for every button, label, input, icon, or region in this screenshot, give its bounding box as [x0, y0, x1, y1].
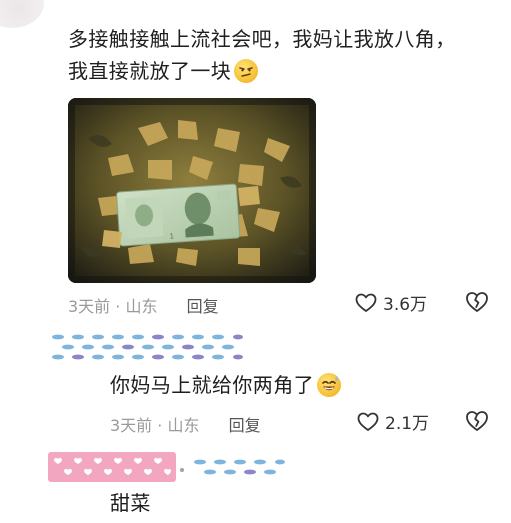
comment-location: 山东: [125, 297, 158, 316]
reply-text-content: 你妈马上就给你两角了: [110, 373, 314, 397]
reply-location: 山东: [167, 416, 200, 435]
comment-text: 多接触接触上流社会吧，我妈让我放八角， 我直接就放了一块: [68, 23, 498, 87]
reply-meta: 3天前 · 山东 回复: [110, 412, 261, 436]
broken-heart-icon: [466, 411, 488, 431]
comment-time: 3天前: [68, 297, 111, 316]
like-button[interactable]: 3.6万: [355, 290, 427, 315]
reply-button[interactable]: 回复: [187, 297, 219, 316]
avatar[interactable]: [0, 0, 44, 28]
smirk-face-emoji-icon: [234, 59, 259, 83]
username-censored-pattern: [48, 330, 246, 364]
dislike-button[interactable]: [465, 291, 489, 317]
grinning-sweat-face-emoji-icon: [317, 373, 341, 397]
reply-text-content: 甜菜: [110, 491, 151, 515]
reply-username[interactable]: [48, 330, 246, 364]
meta-separator: ·: [157, 416, 163, 435]
username-censored-pattern: [48, 452, 285, 482]
broken-heart-icon: [466, 292, 488, 312]
reply-time: 3天前: [110, 416, 153, 435]
heart-icon: [357, 412, 379, 431]
like-count: 2.1万: [385, 414, 430, 434]
comment-text-line-2: 我直接就放了一块: [68, 59, 232, 83]
like-count: 3.6万: [383, 295, 428, 315]
reply-username[interactable]: [48, 450, 288, 482]
comment-meta: 3天前 · 山东 回复: [68, 293, 219, 317]
reply-button[interactable]: 回复: [229, 416, 261, 435]
comment-photo[interactable]: 1: [68, 98, 316, 283]
reply-text: 你妈马上就给你两角了: [110, 370, 341, 400]
like-button[interactable]: 2.1万: [357, 409, 429, 434]
dislike-button[interactable]: [465, 410, 489, 436]
comment-text-line-1: 多接触接触上流社会吧，我妈让我放八角，: [68, 27, 456, 51]
stew-with-banknote-image: 1: [68, 98, 316, 283]
heart-icon: [355, 293, 377, 312]
reply-text: 甜菜: [110, 488, 151, 518]
meta-separator: ·: [115, 297, 121, 316]
svg-text:1: 1: [169, 232, 174, 240]
